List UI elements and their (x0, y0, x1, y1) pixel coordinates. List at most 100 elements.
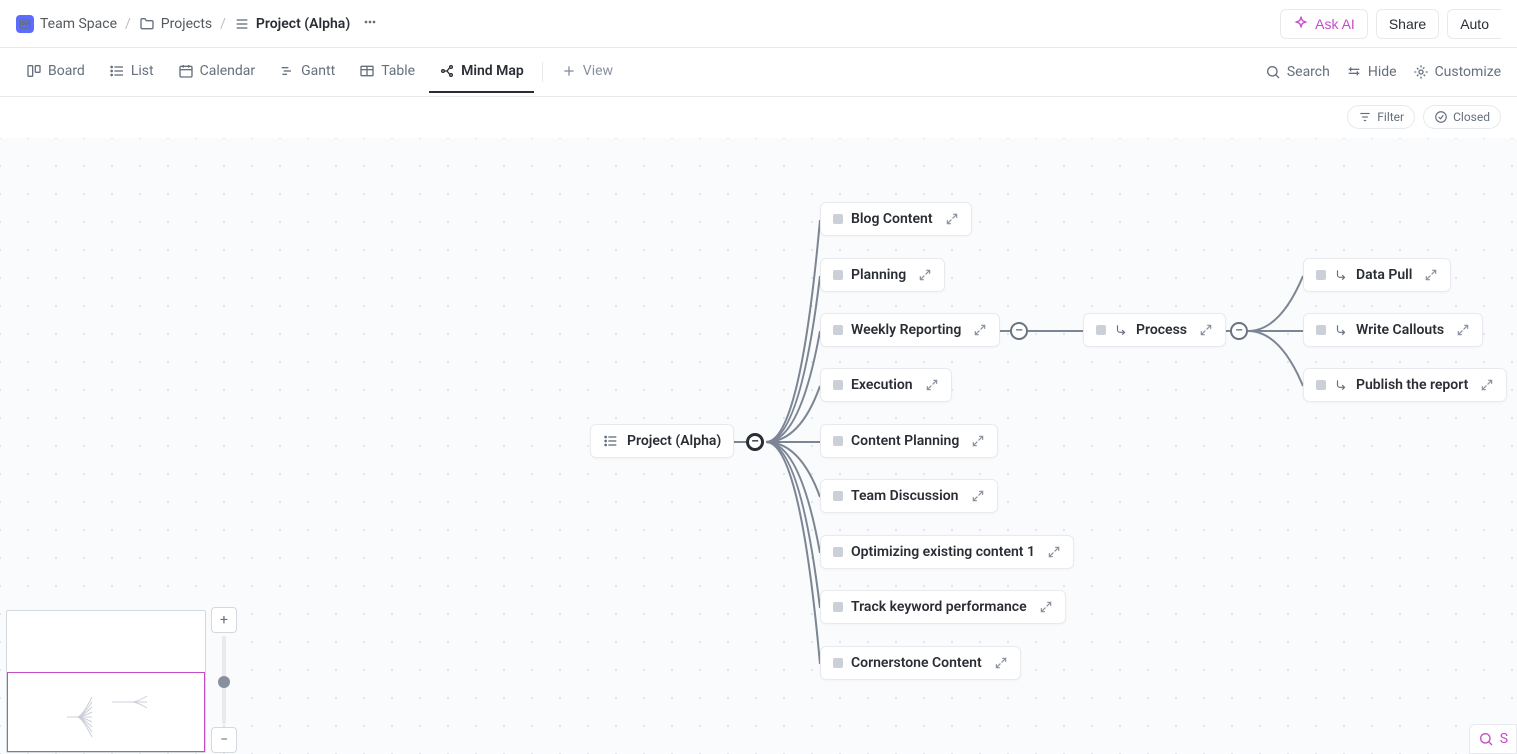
node-cornerstone[interactable]: Cornerstone Content (820, 646, 1021, 680)
tab-mindmap[interactable]: Mind Map (429, 51, 534, 93)
collapse-toggle-weekly[interactable] (1010, 322, 1028, 340)
node-root[interactable]: Project (Alpha) (590, 424, 734, 458)
tab-table[interactable]: Table (349, 51, 425, 93)
status-icon (833, 658, 843, 668)
breadcrumb: Team Space / Projects / Project (Alpha) (16, 10, 382, 38)
node-execution[interactable]: Execution (820, 368, 952, 402)
closed-label: Closed (1453, 110, 1490, 124)
customize-label: Customize (1435, 64, 1501, 80)
minimap[interactable] (6, 610, 206, 753)
bottom-action[interactable]: S (1469, 724, 1517, 754)
node-label: Process (1136, 322, 1187, 338)
expand-icon[interactable] (925, 378, 939, 392)
node-write-callouts[interactable]: Write Callouts (1303, 313, 1483, 347)
node-label: Blog Content (851, 211, 933, 227)
node-label: Data Pull (1356, 267, 1412, 283)
expand-icon[interactable] (918, 268, 932, 282)
ask-ai-button[interactable]: Ask AI (1280, 9, 1368, 39)
expand-icon[interactable] (1039, 600, 1053, 614)
expand-icon[interactable] (945, 212, 959, 226)
view-divider (542, 62, 543, 82)
automations-label: Auto (1460, 16, 1489, 32)
expand-icon[interactable] (971, 434, 985, 448)
hide-action[interactable]: Hide (1346, 64, 1397, 80)
breadcrumb-separator: / (125, 16, 131, 32)
mindmap-canvas[interactable]: Project (Alpha) Blog Content Planning We… (0, 138, 1517, 754)
add-view-button[interactable]: View (551, 51, 623, 93)
node-publish-report[interactable]: Publish the report (1303, 368, 1507, 402)
status-icon (833, 547, 843, 557)
breadcrumb-folder-label: Projects (161, 16, 212, 32)
expand-icon[interactable] (1456, 323, 1470, 337)
node-label: Execution (851, 377, 913, 393)
tab-board[interactable]: Board (16, 51, 95, 93)
node-label: Publish the report (1356, 377, 1468, 393)
zoom-in-button[interactable]: + (211, 607, 237, 633)
expand-icon[interactable] (994, 656, 1008, 670)
status-icon (833, 380, 843, 390)
ask-ai-label: Ask AI (1315, 16, 1355, 32)
minimap-tree-icon (37, 689, 187, 744)
node-weekly-reporting[interactable]: Weekly Reporting (820, 313, 1000, 347)
collapse-toggle-root[interactable] (746, 433, 764, 451)
share-label: Share (1389, 16, 1426, 32)
closed-chip[interactable]: Closed (1423, 105, 1501, 129)
hide-label: Hide (1368, 64, 1397, 80)
tab-gantt-label: Gantt (301, 63, 335, 79)
status-icon (833, 436, 843, 446)
more-icon[interactable] (358, 10, 382, 38)
breadcrumb-space-label: Team Space (40, 16, 117, 32)
breadcrumb-current[interactable]: Project (Alpha) (234, 16, 350, 32)
node-process[interactable]: Process (1083, 313, 1226, 347)
add-view-label: View (583, 63, 613, 79)
zoom-thumb[interactable] (218, 676, 230, 688)
expand-icon[interactable] (971, 489, 985, 503)
expand-icon[interactable] (1047, 545, 1061, 559)
status-icon (833, 602, 843, 612)
expand-icon[interactable] (1199, 323, 1213, 337)
tab-list-label: List (131, 63, 154, 79)
node-optimizing[interactable]: Optimizing existing content 1 (820, 535, 1074, 569)
status-icon (833, 325, 843, 335)
tab-calendar[interactable]: Calendar (168, 51, 266, 93)
node-content-planning[interactable]: Content Planning (820, 424, 998, 458)
tab-gantt[interactable]: Gantt (269, 51, 345, 93)
node-track-keyword[interactable]: Track keyword performance (820, 590, 1066, 624)
expand-icon[interactable] (1480, 378, 1494, 392)
tab-calendar-label: Calendar (200, 63, 256, 79)
node-label: Write Callouts (1356, 322, 1444, 338)
node-label: Weekly Reporting (851, 322, 961, 338)
search-action[interactable]: Search (1265, 64, 1330, 80)
tab-list[interactable]: List (99, 51, 164, 93)
node-team-discussion[interactable]: Team Discussion (820, 479, 998, 513)
breadcrumb-folder[interactable]: Projects (139, 16, 212, 32)
zoom-slider[interactable] (222, 636, 226, 724)
space-icon (16, 15, 34, 33)
expand-icon[interactable] (1424, 268, 1438, 282)
node-blog-content[interactable]: Blog Content (820, 202, 972, 236)
filter-chip[interactable]: Filter (1347, 105, 1415, 129)
status-icon (1316, 380, 1326, 390)
node-data-pull[interactable]: Data Pull (1303, 258, 1451, 292)
node-label: Team Discussion (851, 488, 959, 504)
search-label: Search (1287, 64, 1330, 80)
automations-button[interactable]: Auto (1447, 9, 1501, 39)
collapse-toggle-process[interactable] (1230, 322, 1248, 340)
status-icon (1316, 270, 1326, 280)
status-icon (833, 491, 843, 501)
node-label: Planning (851, 267, 906, 283)
bottom-action-label: S (1500, 731, 1508, 747)
status-icon (1316, 325, 1326, 335)
zoom-control: + − (211, 607, 237, 753)
node-planning[interactable]: Planning (820, 258, 945, 292)
status-icon (833, 214, 843, 224)
node-label: Cornerstone Content (851, 655, 982, 671)
node-label: Track keyword performance (851, 599, 1027, 615)
expand-icon[interactable] (973, 323, 987, 337)
zoom-out-button[interactable]: − (211, 727, 237, 753)
filter-label: Filter (1377, 110, 1404, 124)
share-button[interactable]: Share (1376, 9, 1439, 39)
breadcrumb-current-label: Project (Alpha) (256, 16, 350, 32)
breadcrumb-space[interactable]: Team Space (16, 15, 117, 33)
customize-action[interactable]: Customize (1413, 64, 1501, 80)
